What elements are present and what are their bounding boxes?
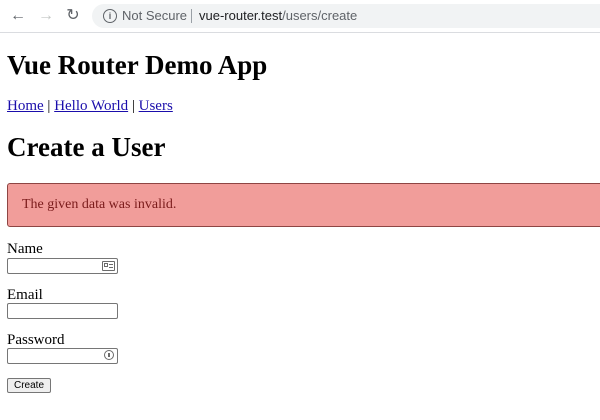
address-bar-divider	[191, 9, 192, 23]
nav-separator: |	[131, 98, 135, 114]
url-path: /users/create	[282, 8, 358, 23]
name-label: Name	[7, 241, 43, 257]
main-nav: Home | Hello World | Users	[7, 98, 173, 115]
name-field[interactable]	[7, 258, 118, 274]
nav-separator: |	[47, 98, 51, 114]
url-host: vue-router.test	[199, 8, 283, 23]
info-icon[interactable]: i	[103, 9, 117, 23]
nav-link-hello-world[interactable]: Hello World	[54, 98, 128, 114]
reload-icon[interactable]: ↻	[63, 6, 83, 26]
app-title: Vue Router Demo App	[7, 50, 268, 80]
nav-link-users[interactable]: Users	[139, 98, 173, 114]
error-message: The given data was invalid.	[22, 197, 177, 212]
nav-link-home[interactable]: Home	[7, 98, 44, 114]
url-text[interactable]: vue-router.test/users/create	[199, 8, 357, 23]
create-button[interactable]: Create	[7, 378, 52, 393]
page-title: Create a User	[7, 132, 166, 162]
password-key-icon[interactable]	[104, 350, 114, 360]
password-label: Password	[7, 332, 65, 348]
page-content: Vue Router Demo App Home | Hello World |…	[0, 32, 600, 420]
back-arrow-icon[interactable]: ←	[8, 6, 28, 26]
email-label: Email	[7, 287, 43, 303]
error-alert: The given data was invalid.	[7, 183, 600, 227]
email-field[interactable]	[7, 303, 118, 319]
security-label[interactable]: Not Secure	[122, 8, 187, 23]
forward-arrow-icon[interactable]: →	[36, 6, 56, 26]
contact-card-icon[interactable]	[102, 261, 115, 271]
password-field[interactable]	[7, 348, 118, 364]
address-bar[interactable]: i Not Secure vue-router.test/users/creat…	[92, 4, 600, 28]
browser-toolbar: ← → ↻ i Not Secure vue-router.test/users…	[0, 0, 600, 33]
